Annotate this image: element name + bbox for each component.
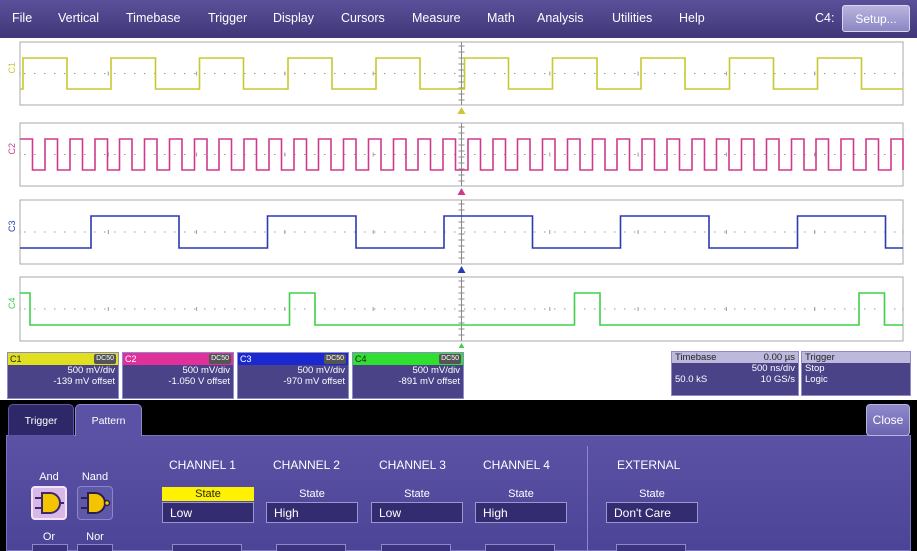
tab-trigger[interactable]: Trigger: [8, 404, 74, 436]
menu-file[interactable]: File: [12, 11, 32, 25]
channel-4-scale: 500 mV/div: [412, 365, 460, 376]
menu-bar: File Vertical Timebase Trigger Display C…: [0, 0, 917, 38]
channel-4-column-header: CHANNEL 4: [483, 458, 550, 472]
channel-3-level-field[interactable]: [381, 544, 451, 551]
menu-utilities[interactable]: Utilities: [612, 11, 652, 25]
waveform-display[interactable]: C1 C2 C3 C4: [0, 38, 917, 348]
menu-display[interactable]: Display: [273, 11, 314, 25]
timebase-rate: 10 GS/s: [760, 374, 795, 385]
channel-2-label: C2: [125, 354, 137, 364]
channel-1-coupling: DC50: [94, 354, 116, 364]
trace-3-trigger-marker: [457, 266, 466, 273]
menu-measure[interactable]: Measure: [412, 11, 461, 25]
trace-4-trigger-marker: [458, 343, 465, 348]
menu-analysis[interactable]: Analysis: [537, 11, 584, 25]
external-level-field[interactable]: [616, 544, 686, 551]
trigger-descriptor[interactable]: Trigger Stop Logic: [801, 351, 911, 396]
timebase-samples: 50.0 kS: [675, 374, 708, 385]
trace-1-trigger-marker: [457, 107, 466, 114]
timebase-per-div: 500 ns/div: [751, 363, 795, 374]
channel-2-state-label: State: [299, 488, 325, 500]
gate-nor-label: Nor: [86, 531, 104, 543]
timebase-delay: 0.00 µs: [763, 352, 795, 363]
channel-2-state-field[interactable]: High: [266, 502, 358, 523]
external-state-label: State: [639, 488, 665, 500]
channel-4-state-label: State: [508, 488, 534, 500]
setup-button[interactable]: Setup...: [842, 5, 910, 32]
channel-3-state-label: State: [404, 488, 430, 500]
channel-4-header: C4 DC50: [353, 353, 463, 365]
channel-1-column-header: CHANNEL 1: [169, 458, 236, 472]
timebase-descriptor[interactable]: Timebase 0.00 µs 500 ns/div 50.0 kS 10 G…: [671, 351, 799, 396]
trigger-label: Trigger: [805, 352, 835, 363]
and-gate-icon: [35, 492, 64, 514]
menu-cursors[interactable]: Cursors: [341, 11, 385, 25]
channel-1-descriptor[interactable]: C1 DC50 500 mV/div -139 mV offset: [7, 352, 119, 399]
channel-2-coupling: DC50: [209, 354, 231, 364]
channel-2-header: C2 DC50: [123, 353, 233, 365]
gate-or-label: Or: [42, 531, 56, 543]
channel-4-coupling: DC50: [439, 354, 461, 364]
channel-1-offset: -139 mV offset: [53, 376, 115, 387]
column-divider: [587, 446, 588, 551]
external-state-field[interactable]: Don't Care: [606, 502, 698, 523]
menu-timebase[interactable]: Timebase: [126, 11, 180, 25]
channel-3-column-header: CHANNEL 3: [379, 458, 446, 472]
gate-nand-label: Nand: [81, 471, 109, 483]
gate-and-label: And: [39, 471, 59, 483]
trigger-mode: Stop: [805, 363, 825, 374]
active-channel-indicator: C4:: [815, 11, 835, 25]
or-gate-button[interactable]: [32, 544, 68, 551]
channel-4-level-field[interactable]: [485, 544, 555, 551]
trigger-type: Logic: [805, 374, 828, 385]
menu-help[interactable]: Help: [679, 11, 705, 25]
channel-4-offset: -891 mV offset: [398, 376, 460, 387]
channel-3-label: C3: [240, 354, 252, 364]
channel-4-descriptor[interactable]: C4 DC50 500 mV/div -891 mV offset: [352, 352, 464, 399]
channel-1-level-field[interactable]: [172, 544, 242, 551]
menu-vertical[interactable]: Vertical: [58, 11, 99, 25]
channel-1-header: C1 DC50: [8, 353, 118, 365]
trace-2-label: C2: [7, 143, 17, 155]
channel-2-offset: -1.050 V offset: [168, 376, 230, 387]
external-column-header: EXTERNAL: [617, 458, 681, 472]
channel-3-coupling: DC50: [324, 354, 346, 364]
menu-math[interactable]: Math: [487, 11, 515, 25]
trace-2-trigger-marker: [457, 188, 466, 195]
channel-2-descriptor[interactable]: C2 DC50 500 mV/div -1.050 V offset: [122, 352, 234, 399]
trigger-row-3: Logic: [802, 374, 910, 385]
channel-1-label: C1: [10, 354, 22, 364]
channel-3-header: C3 DC50: [238, 353, 348, 365]
channel-3-offset: -970 mV offset: [283, 376, 345, 387]
nor-gate-button[interactable]: [77, 544, 113, 551]
trigger-row-2: Stop: [802, 363, 910, 374]
channel-3-scale: 500 mV/div: [297, 365, 345, 376]
nand-gate-button[interactable]: [77, 486, 113, 520]
channel-4-label: C4: [355, 354, 367, 364]
close-button[interactable]: Close: [866, 404, 910, 436]
channel-3-state-field[interactable]: Low: [371, 502, 463, 523]
trace-3-label: C3: [7, 220, 17, 232]
trace-1-label: C1: [7, 62, 17, 74]
trigger-header: Trigger: [802, 352, 910, 363]
timebase-row-3: 50.0 kS 10 GS/s: [672, 374, 798, 385]
timebase-header: Timebase 0.00 µs: [672, 352, 798, 363]
channel-1-state-field[interactable]: Low: [162, 502, 254, 523]
channel-2-column-header: CHANNEL 2: [273, 458, 340, 472]
timebase-label: Timebase: [675, 352, 717, 363]
channel-1-scale: 500 mV/div: [67, 365, 115, 376]
timebase-row-2: 500 ns/div: [672, 363, 798, 374]
menu-trigger[interactable]: Trigger: [208, 11, 247, 25]
channel-4-state-field[interactable]: High: [475, 502, 567, 523]
channel-2-scale: 500 mV/div: [182, 365, 230, 376]
channel-3-descriptor[interactable]: C3 DC50 500 mV/div -970 mV offset: [237, 352, 349, 399]
nand-gate-icon: [81, 492, 111, 514]
channel-2-level-field[interactable]: [276, 544, 346, 551]
and-gate-button[interactable]: [31, 486, 67, 520]
channel-1-state-label: State: [162, 487, 254, 501]
tab-pattern[interactable]: Pattern: [75, 404, 142, 436]
trace-4-label: C4: [7, 297, 17, 309]
